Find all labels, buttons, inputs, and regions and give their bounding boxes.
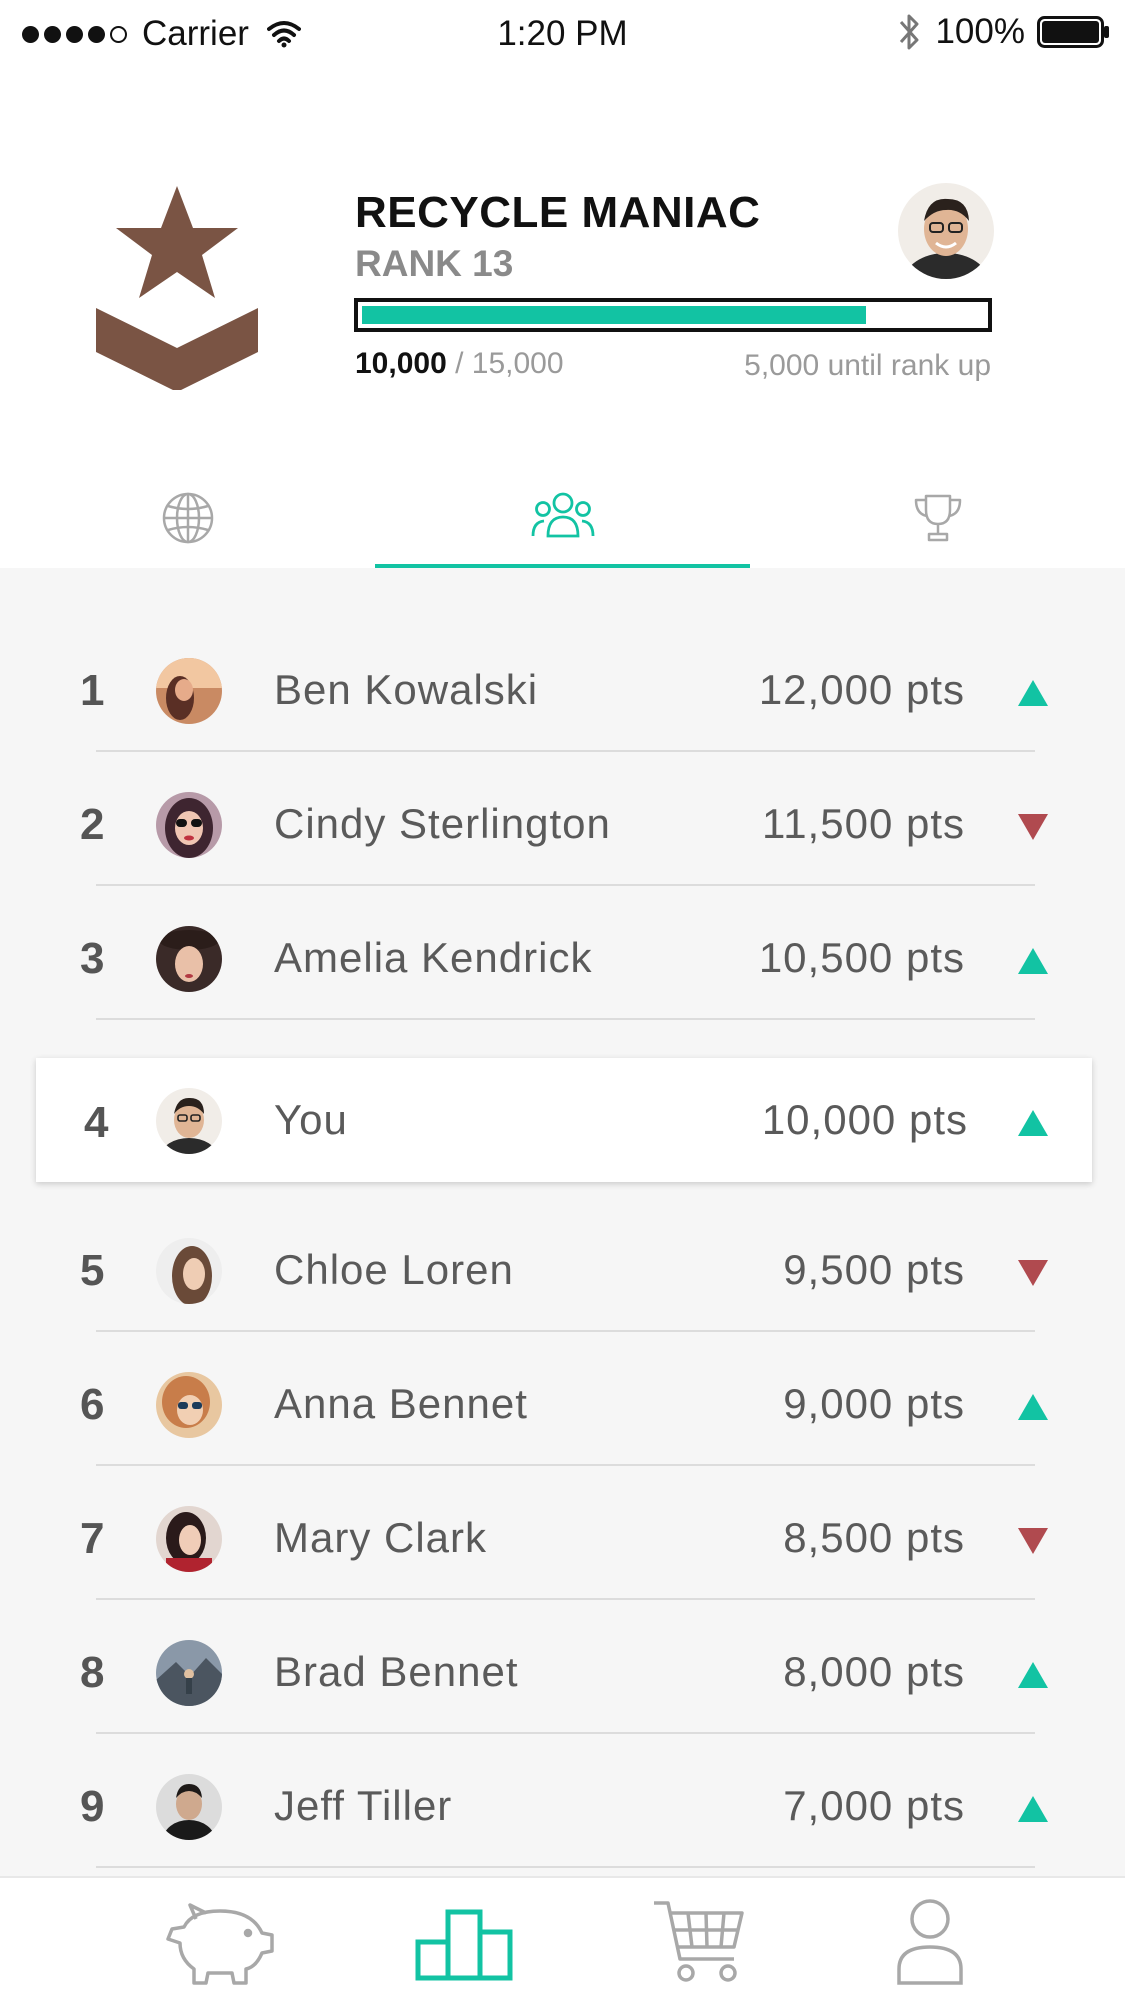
bluetooth-icon	[900, 14, 919, 50]
row-name: Jeff Tiller	[274, 1782, 453, 1829]
row-name: You	[274, 1096, 348, 1143]
leaderboard-row[interactable]: 9 Jeff Tiller 7,000 pts	[0, 1734, 1125, 1868]
row-points: 11,500 pts	[761, 800, 965, 847]
rank-number: RANK 13	[355, 243, 514, 284]
leaderboard-row[interactable]: 8 Brad Bennet 8,000 pts	[0, 1600, 1125, 1734]
profile-header: RECYCLE MANIAC RANK 13 10,000 / 15,000 5…	[0, 150, 1125, 450]
row-points: 7,000 pts	[783, 1782, 965, 1829]
row-rank: 8	[80, 1648, 105, 1697]
until-rank-up: 5,000 until rank up	[744, 349, 991, 382]
rank-progress-bar	[354, 298, 992, 332]
leaderboard-tabs	[0, 480, 1125, 568]
battery-label: 100%	[935, 12, 1025, 51]
points-summary: 10,000 / 15,000	[355, 347, 564, 381]
bottom-nav	[0, 1876, 1125, 2003]
avatar	[156, 1640, 222, 1706]
nav-profile[interactable]	[870, 1892, 990, 1992]
piggy-bank-icon	[166, 1903, 274, 1985]
nav-store[interactable]	[640, 1892, 760, 1992]
avatar	[156, 1506, 222, 1572]
row-name: Ben Kowalski	[274, 666, 539, 713]
trophy-icon	[914, 494, 961, 542]
status-right: 100%	[897, 12, 1111, 52]
trend-down-icon	[1018, 1260, 1048, 1286]
user-avatar[interactable]	[898, 183, 994, 279]
row-points: 9,000 pts	[783, 1380, 965, 1427]
row-rank: 2	[80, 800, 105, 849]
row-rank: 1	[80, 666, 105, 715]
avatar	[156, 658, 222, 724]
battery-icon	[1037, 16, 1109, 48]
nav-savings[interactable]	[160, 1892, 280, 1992]
leaderboard-icon	[415, 1909, 513, 1981]
rank-badge-icon	[96, 186, 258, 390]
trend-up-icon	[1018, 1394, 1048, 1420]
cart-icon	[654, 1901, 744, 1982]
row-name: Amelia Kendrick	[274, 934, 593, 981]
leaderboard-row[interactable]: 5 Chloe Loren 9,500 pts	[0, 1198, 1125, 1332]
leaderboard-row[interactable]: 1 Ben Kowalski 12,000 pts	[0, 618, 1125, 752]
tab-trophy[interactable]	[750, 480, 1125, 568]
row-points: 8,500 pts	[783, 1514, 965, 1561]
leaderboard-row-you[interactable]: 4 You 10,000 pts	[36, 1058, 1092, 1182]
avatar	[156, 1088, 222, 1154]
row-rank: 7	[80, 1514, 105, 1563]
trend-up-icon	[1018, 680, 1048, 706]
row-points: 9,500 pts	[783, 1246, 965, 1293]
row-rank: 6	[80, 1380, 105, 1429]
points-current: 10,000	[355, 347, 447, 380]
row-name: Chloe Loren	[274, 1246, 514, 1293]
avatar	[156, 1774, 222, 1840]
nav-leaderboard[interactable]	[404, 1892, 524, 1992]
row-name: Brad Bennet	[274, 1648, 519, 1695]
leaderboard-row[interactable]: 7 Mary Clark 8,500 pts	[0, 1466, 1125, 1600]
row-rank: 9	[80, 1782, 105, 1831]
leaderboard-list[interactable]: 1 Ben Kowalski 12,000 pts 2 Cindy Sterli…	[0, 568, 1125, 1876]
trend-up-icon	[1018, 1110, 1048, 1136]
tab-global[interactable]	[0, 480, 375, 568]
trend-up-icon	[1018, 1662, 1048, 1688]
tab-friends[interactable]	[375, 480, 750, 568]
row-name: Mary Clark	[274, 1514, 488, 1561]
avatar	[156, 1372, 222, 1438]
friends-icon	[531, 492, 594, 538]
trend-up-icon	[1018, 948, 1048, 974]
row-rank: 5	[80, 1246, 105, 1295]
globe-icon	[162, 492, 213, 544]
points-max: / 15,000	[455, 347, 564, 380]
row-points: 8,000 pts	[783, 1648, 965, 1695]
row-rank: 4	[84, 1098, 109, 1147]
leaderboard-row[interactable]: 3 Amelia Kendrick 10,500 pts	[0, 886, 1125, 1020]
leaderboard-row[interactable]: 6 Anna Bennet 9,000 pts	[0, 1332, 1125, 1466]
divider	[96, 1866, 1035, 1868]
trend-up-icon	[1018, 1796, 1048, 1822]
row-rank: 3	[80, 934, 105, 983]
profile-icon	[897, 1899, 963, 1985]
avatar	[156, 792, 222, 858]
leaderboard-row[interactable]: 2 Cindy Sterlington 11,500 pts	[0, 752, 1125, 886]
row-name: Anna Bennet	[274, 1380, 528, 1427]
row-points: 10,500 pts	[758, 934, 965, 981]
trend-down-icon	[1018, 814, 1048, 840]
avatar	[156, 1238, 222, 1304]
rank-title: RECYCLE MANIAC	[355, 188, 761, 237]
row-points: 10,000 pts	[761, 1096, 968, 1143]
trend-down-icon	[1018, 1528, 1048, 1554]
divider	[96, 1018, 1035, 1020]
status-bar: Carrier 1:20 PM 100%	[0, 0, 1125, 70]
row-name: Cindy Sterlington	[274, 800, 611, 847]
row-points: 12,000 pts	[758, 666, 965, 713]
rank-progress-fill	[362, 306, 866, 324]
avatar	[156, 926, 222, 992]
